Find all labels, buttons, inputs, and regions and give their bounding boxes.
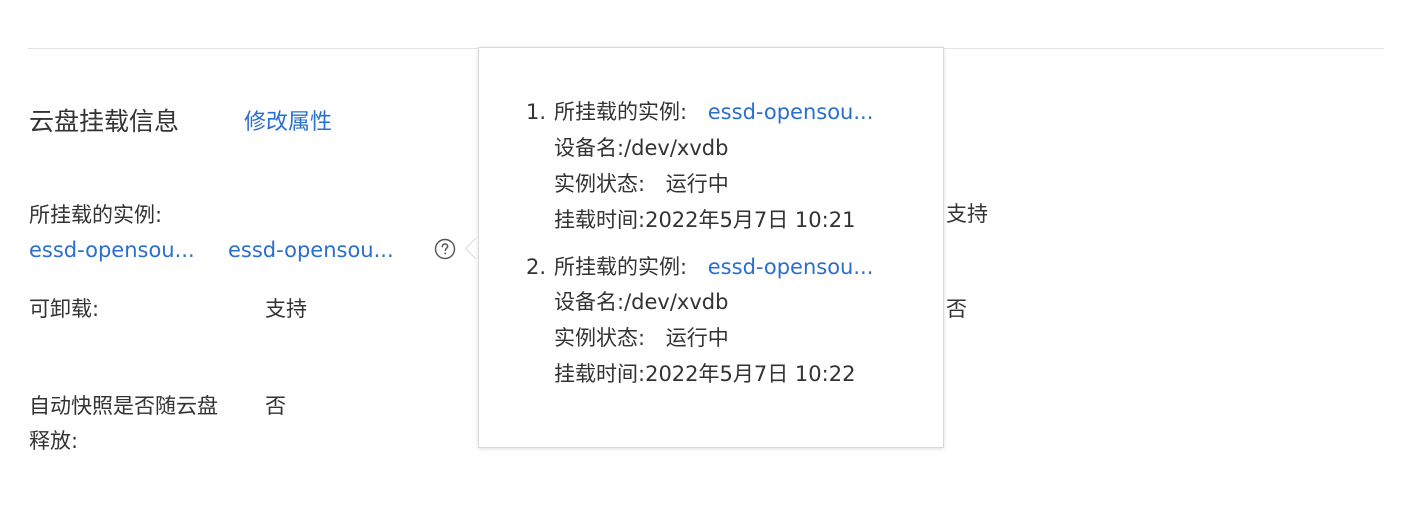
snapshot-release-value: 否 xyxy=(265,394,286,418)
right-column-value-2: 否 xyxy=(946,297,967,321)
popover-entry-2-time-label: 挂载时间: xyxy=(554,362,646,386)
attached-instance-label: 所挂载的实例: xyxy=(29,203,163,227)
popover-entry-1-instance-label: 所挂载的实例: xyxy=(554,100,688,124)
popover-entry-1-device: 设备名:/dev/xvdb xyxy=(554,132,728,164)
question-circle-icon[interactable] xyxy=(434,238,456,260)
popover-entry-2-time-value: 2022年5月7日 10:22 xyxy=(645,362,856,386)
popover-entry-1-status-label: 实例状态: xyxy=(554,172,646,196)
popover-entry-1-index: 1. xyxy=(526,100,547,124)
popover-entry-1-device-label: 设备名: xyxy=(554,136,625,160)
popover-entry-1-time: 挂载时间:2022年5月7日 10:21 xyxy=(554,204,855,236)
popover-entry-2-status: 实例状态: 运行中 xyxy=(554,322,729,354)
popover-entry-2-device-value: /dev/xvdb xyxy=(624,290,729,314)
popover-entry-1-device-value: /dev/xvdb xyxy=(624,136,729,160)
detachable-label: 可卸载: xyxy=(29,297,100,321)
popover-entry-1-status-value: 运行中 xyxy=(665,172,729,196)
popover-entry-1-time-label: 挂载时间: xyxy=(554,208,646,232)
edit-attributes-link[interactable]: 修改属性 xyxy=(244,108,332,138)
popover-entry-2-device-label: 设备名: xyxy=(554,290,625,314)
popover-entry-1-status: 实例状态: 运行中 xyxy=(554,168,729,200)
popover-entry-2-instance-label: 所挂载的实例: xyxy=(554,255,688,279)
snapshot-release-label-line1: 自动快照是否随云盘 xyxy=(29,394,218,418)
disk-attachment-page: 云盘挂载信息 修改属性 所挂载的实例: essd-opensou... essd… xyxy=(0,0,1426,520)
popover-entry-2-device: 设备名:/dev/xvdb xyxy=(554,286,728,318)
attachment-details-popover: 1. 所挂载的实例: essd-opensou... 设备名:/dev/xvdb… xyxy=(478,47,944,448)
popover-entry-1-time-value: 2022年5月7日 10:21 xyxy=(645,208,856,232)
instance-link-2[interactable]: essd-opensou... xyxy=(228,234,394,266)
popover-entry-2-status-value: 运行中 xyxy=(665,326,729,350)
section-title: 云盘挂载信息 xyxy=(29,107,180,136)
popover-entry-1-instance-link[interactable]: essd-opensou... xyxy=(708,100,874,124)
popover-entry-1-instance: 所挂载的实例: essd-opensou... xyxy=(554,96,873,128)
instance-link-1[interactable]: essd-opensou... xyxy=(29,234,195,266)
detachable-value: 支持 xyxy=(265,297,307,321)
snapshot-release-label-line2: 释放: xyxy=(29,429,79,453)
right-column-value-1: 支持 xyxy=(946,202,988,226)
popover-entry-2-time: 挂载时间:2022年5月7日 10:22 xyxy=(554,358,855,390)
popover-entry-2-index: 2. xyxy=(526,255,547,279)
popover-entry-2-status-label: 实例状态: xyxy=(554,326,646,350)
popover-entry-2-instance: 所挂载的实例: essd-opensou... xyxy=(554,251,873,283)
popover-entry-2-instance-link[interactable]: essd-opensou... xyxy=(708,255,874,279)
